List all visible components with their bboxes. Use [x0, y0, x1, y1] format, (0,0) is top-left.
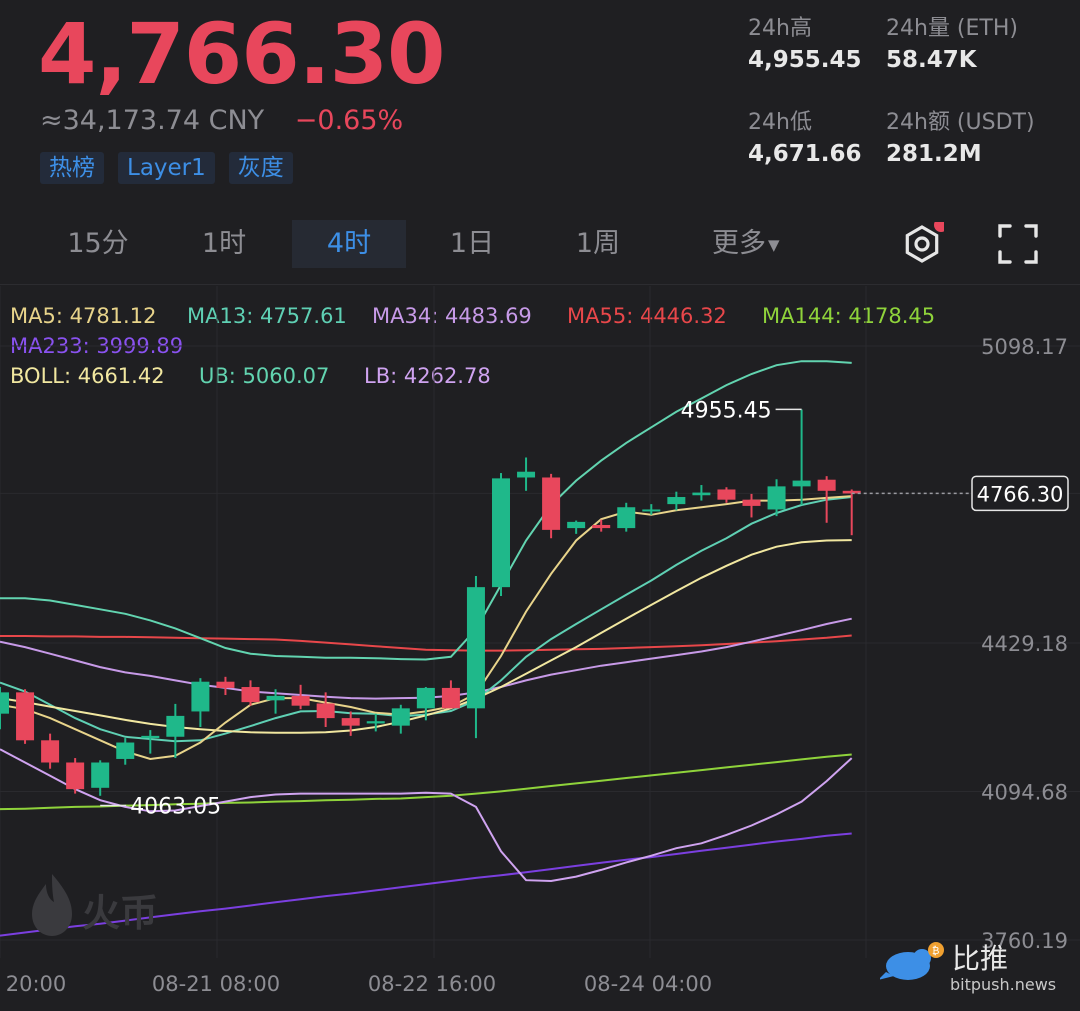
- tag-hot[interactable]: 热榜: [40, 152, 104, 184]
- stat-amount-value: 281.2M: [886, 141, 982, 167]
- candle-body: [116, 742, 135, 759]
- x-tick-label: 08-22 16:00: [368, 972, 496, 996]
- stat-volume: 24h量 (ETH) 58.47K: [886, 14, 1080, 76]
- candle-body: [166, 715, 185, 737]
- stat-volume-value: 58.47K: [886, 47, 977, 73]
- candle-body: [0, 692, 9, 714]
- candle-body: [517, 471, 536, 478]
- candle-body: [542, 477, 561, 530]
- tab-1d[interactable]: 1日: [422, 220, 522, 268]
- tab-15m[interactable]: 15分: [48, 220, 148, 268]
- y-tick-label: 4094.68: [981, 781, 1068, 805]
- divider: [0, 284, 1080, 285]
- candle-body: [191, 681, 210, 712]
- fullscreen-icon: [998, 224, 1038, 264]
- candle-body: [216, 681, 235, 688]
- high-marker-label: 4955.45: [681, 398, 772, 423]
- candle-body: [341, 718, 360, 726]
- current-price-label: 4766.30: [977, 482, 1064, 506]
- candle-body: [642, 509, 661, 512]
- tab-more[interactable]: 更多 ▼: [712, 220, 780, 268]
- y-tick-label: 5098.17: [981, 335, 1068, 359]
- caret-down-icon: ▼: [768, 235, 780, 254]
- candle-body: [416, 687, 435, 709]
- candle-body: [391, 708, 410, 726]
- huobi-watermark: 火币: [30, 870, 180, 944]
- last-price: 4,766.30: [38, 5, 446, 103]
- bitpush-brand: ₿ 比推 bitpush.news: [878, 936, 1075, 1002]
- candle-body: [41, 740, 60, 763]
- svg-text:₿: ₿: [932, 945, 939, 957]
- gear-icon: [905, 218, 948, 263]
- bitpush-name: 比推: [952, 942, 1008, 975]
- line-lb: [0, 748, 853, 883]
- candle-body: [692, 492, 711, 496]
- y-tick-label: 4429.18: [981, 632, 1068, 656]
- tag-grayscale[interactable]: 灰度: [228, 152, 293, 184]
- x-axis-labels: 20:00 08-21 08:00 08-22 16:00 08-24 04:00: [6, 972, 712, 996]
- x-tick-label: 08-21 08:00: [152, 972, 280, 996]
- candle-body: [466, 587, 485, 709]
- candle-body: [667, 497, 686, 505]
- stat-amount: 24h额 (USDT) 281.2M: [886, 108, 1080, 170]
- candle-body: [567, 521, 586, 529]
- line-ma144: [0, 753, 852, 811]
- x-tick-label: 08-24 04:00: [584, 972, 712, 996]
- tab-more-label: 更多: [712, 228, 766, 259]
- tag-list: 热榜 Layer1 灰度: [40, 152, 293, 184]
- candle-body: [592, 524, 611, 529]
- x-tick-label: 20:00: [6, 972, 67, 996]
- candle-body: [291, 695, 310, 706]
- candle-body: [492, 478, 510, 588]
- indicator-lines: [0, 360, 853, 937]
- candle-body: [316, 703, 335, 719]
- candle-body: [266, 695, 285, 701]
- y-axis-labels: 5098.174429.184094.683760.19: [981, 335, 1068, 953]
- candle-body: [141, 735, 160, 739]
- settings-button[interactable]: [900, 218, 948, 266]
- watermark-text: 火币: [82, 891, 158, 935]
- bitpush-url: bitpush.news: [950, 975, 1056, 994]
- candle-body: [366, 721, 385, 724]
- tab-1w[interactable]: 1周: [548, 220, 648, 268]
- candle-body: [241, 687, 260, 703]
- candle-body: [717, 489, 736, 500]
- candle-body: [742, 499, 761, 506]
- candle-body: [767, 486, 786, 510]
- price-markers: 4766.30 4955.45 4063.05: [100, 398, 1069, 820]
- bitpush-logo: ₿ 比推 bitpush.news: [878, 942, 1056, 994]
- tab-4h[interactable]: 4时: [292, 220, 406, 268]
- tab-1h[interactable]: 1时: [174, 220, 274, 268]
- candle-body: [16, 692, 35, 741]
- candle-body: [817, 479, 836, 491]
- price-change: −0.65%: [294, 105, 404, 136]
- low-marker-label: 4063.05: [130, 795, 221, 820]
- stat-volume-label: 24h量 (ETH): [886, 16, 1018, 41]
- huobi-logo-icon: 火币: [32, 874, 158, 936]
- candle-body: [792, 480, 811, 487]
- chart-grid: [0, 286, 1080, 958]
- stat-amount-label: 24h额 (USDT): [886, 110, 1035, 135]
- candle-body: [441, 687, 460, 709]
- cny-price: ≈34,173.74 CNY: [40, 105, 265, 136]
- candle-body: [91, 762, 110, 788]
- candle-body: [617, 507, 636, 529]
- candle-body: [66, 762, 85, 790]
- price-sub-row: ≈34,173.74 CNY −0.65%: [40, 103, 403, 139]
- fullscreen-button[interactable]: [996, 222, 1040, 266]
- tag-layer1[interactable]: Layer1: [118, 152, 215, 184]
